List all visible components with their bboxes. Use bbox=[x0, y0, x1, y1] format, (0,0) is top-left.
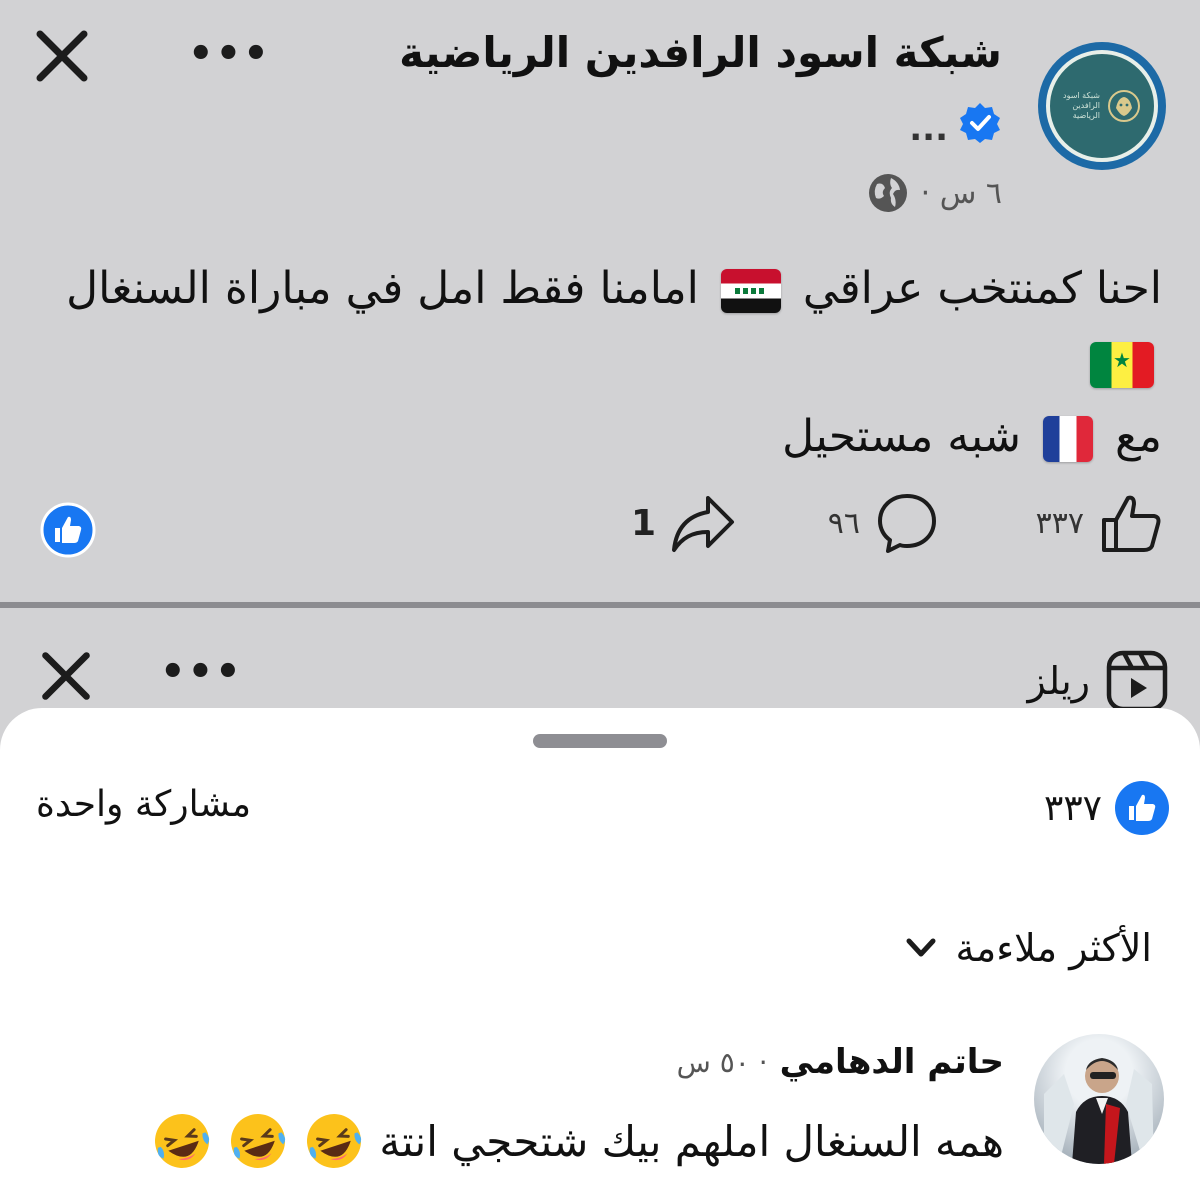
reactions-sheet: ٣٣٧ مشاركة واحدة الأكثر ملاءمة حاتم الده… bbox=[0, 708, 1200, 1195]
more-options-icon[interactable]: ••• bbox=[188, 34, 271, 74]
close-icon[interactable] bbox=[38, 648, 94, 704]
laughing-emoji bbox=[307, 1114, 362, 1168]
name-badges: ... bbox=[909, 100, 1002, 146]
like-icon bbox=[1102, 495, 1161, 552]
reactions-count: ٣٣٧ bbox=[1043, 787, 1102, 829]
comment-button[interactable]: ٩٦ bbox=[828, 490, 940, 556]
france-flag-emoji bbox=[1043, 416, 1093, 462]
name-more-icon[interactable]: ... bbox=[909, 112, 948, 146]
senegal-flag-emoji bbox=[1090, 342, 1154, 388]
comment-icon bbox=[878, 494, 936, 553]
page-avatar[interactable]: شبكة اسود الرافدين الرياضية bbox=[1038, 42, 1166, 170]
like-reaction-icon bbox=[1115, 781, 1169, 835]
comment-time: · ٥٠ س bbox=[676, 1045, 768, 1079]
laughing-emoji bbox=[155, 1114, 210, 1168]
share-button[interactable]: 1 bbox=[631, 490, 736, 556]
reels-header: ••• ريلز bbox=[0, 608, 1200, 718]
comment-text: همه السنغال املهم بيك شتحجي انتة bbox=[379, 1116, 1004, 1166]
verified-icon bbox=[960, 103, 1000, 143]
comment-item: حاتم الدهامي · ٥٠ س همه السنغال املهم بي… bbox=[44, 1028, 1164, 1178]
lion-logo-icon bbox=[1108, 90, 1140, 122]
reactions-summary[interactable]: ٣٣٧ bbox=[1044, 780, 1170, 836]
post-meta: ٦ س · bbox=[867, 172, 1002, 214]
like-button[interactable]: ٣٣٧ bbox=[1036, 490, 1164, 556]
post-text-part-3: مع bbox=[1115, 411, 1162, 462]
post-card: ••• شبكة اسود الرافدين الرياضية ... ٦ س … bbox=[0, 0, 1200, 602]
reels-title: ريلز bbox=[1027, 659, 1090, 703]
close-icon[interactable] bbox=[32, 26, 92, 86]
post-text-part-1: احنا كمنتخب عراقي bbox=[802, 263, 1162, 314]
share-icon bbox=[672, 496, 734, 552]
post-text-part-4: شبه مستحيل bbox=[782, 411, 1021, 462]
chevron-down-icon bbox=[906, 938, 936, 957]
comment-author[interactable]: حاتم الدهامي bbox=[780, 1042, 1004, 1082]
comment-header: حاتم الدهامي · ٥٠ س bbox=[677, 1042, 1004, 1082]
globe-icon bbox=[868, 174, 907, 212]
post-text-line-3: مع شبه مستحيل bbox=[37, 400, 1162, 474]
comment-body: همه السنغال املهم بيك شتحجي انتة bbox=[151, 1110, 1004, 1172]
laughing-emoji bbox=[231, 1114, 286, 1168]
reels-label[interactable]: ريلز bbox=[1028, 648, 1170, 714]
post-text-part-2: امامنا فقط امل في مباراة السنغال bbox=[66, 263, 699, 314]
iraq-flag-emoji bbox=[720, 269, 781, 313]
reels-icon bbox=[1106, 650, 1168, 712]
post-time: ٦ س · bbox=[920, 175, 1002, 211]
sheet-drag-handle[interactable] bbox=[533, 734, 667, 748]
post-text-line-2 bbox=[37, 326, 1162, 400]
comment-count: ٩٦ bbox=[827, 505, 860, 541]
post-text-line-1: احنا كمنتخب عراقي امامنا فقط امل في مبار… bbox=[37, 252, 1162, 326]
like-reaction-badge bbox=[40, 502, 96, 558]
more-options-icon[interactable]: ••• bbox=[160, 652, 243, 692]
page-logo-text: شبكة اسود الرافدين الرياضية bbox=[1063, 91, 1100, 120]
like-count: ٣٣٧ bbox=[1035, 505, 1084, 541]
commenter-avatar[interactable] bbox=[1034, 1034, 1164, 1164]
share-count: 1 bbox=[630, 502, 656, 544]
post-text: احنا كمنتخب عراقي امامنا فقط امل في مبار… bbox=[37, 252, 1162, 474]
post-action-bar: ٣٣٧ ٩٦ 1 bbox=[0, 490, 1200, 570]
shares-count[interactable]: مشاركة واحدة bbox=[36, 784, 251, 825]
comment-sort-dropdown[interactable]: الأكثر ملاءمة bbox=[902, 926, 1152, 970]
sort-label: الأكثر ملاءمة bbox=[955, 926, 1152, 970]
page-name[interactable]: شبكة اسود الرافدين الرياضية bbox=[399, 28, 1002, 77]
